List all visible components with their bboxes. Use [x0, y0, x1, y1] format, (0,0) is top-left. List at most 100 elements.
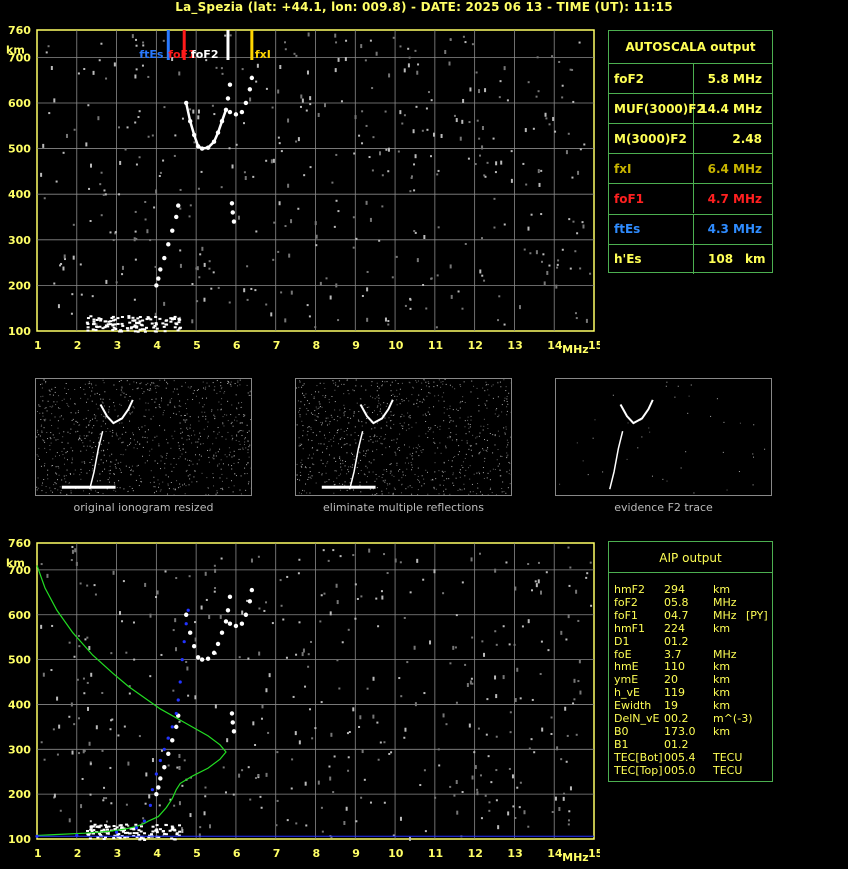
noise-dot: [134, 121, 137, 124]
thumb-noise: [417, 475, 419, 477]
thumb-noise: [487, 384, 489, 386]
noise-dot: [277, 89, 280, 94]
e-trace-dot: [92, 829, 96, 832]
noise-dot: [368, 156, 371, 159]
thumb-noise: [641, 436, 643, 438]
noise-dot: [534, 580, 537, 583]
thumb-noise: [467, 419, 469, 421]
noise-dot: [255, 230, 258, 233]
thumb-noise: [233, 462, 235, 464]
noise-dot: [505, 561, 508, 564]
e-trace-dot: [161, 322, 165, 325]
thumb-noise: [95, 403, 97, 405]
thumb-noise: [320, 443, 322, 445]
noise-dot: [436, 274, 439, 277]
thumb-noise: [437, 447, 439, 449]
thumb-noise: [196, 389, 198, 391]
thumb-noise: [230, 414, 232, 416]
y-tick-label: 600: [8, 97, 31, 110]
thumb-noise: [120, 471, 122, 473]
e-trace-dot: [172, 318, 176, 321]
noise-dot: [272, 258, 275, 261]
thumb-noise: [318, 471, 320, 473]
thumb-noise: [298, 386, 300, 388]
thumb-noise: [357, 435, 359, 437]
thumb-noise: [370, 384, 372, 386]
thumb-noise: [317, 449, 319, 451]
thumb-noise: [331, 416, 333, 418]
thumb-noise: [469, 465, 471, 467]
thumb-noise: [130, 468, 132, 470]
thumb-noise: [348, 422, 350, 424]
noise-dot: [455, 614, 458, 617]
thumb-noise: [374, 410, 376, 412]
noise-dot: [287, 183, 290, 188]
thumb-noise: [413, 403, 415, 405]
noise-dot: [337, 57, 340, 62]
thumb-noise: [602, 471, 604, 473]
thumb-noise: [160, 460, 162, 462]
thumb-noise: [503, 379, 505, 381]
thumb-noise: [200, 443, 202, 445]
thumb-noise: [133, 439, 135, 441]
thumb-noise: [239, 430, 241, 432]
thumb-noise: [95, 384, 97, 386]
noise-dot: [95, 323, 98, 326]
noise-dot: [68, 818, 71, 823]
e-trace-dot: [134, 823, 138, 826]
noise-dot: [212, 271, 215, 274]
thumb-noise: [443, 420, 445, 422]
thumb-noise: [344, 411, 346, 413]
noise-dot: [88, 741, 91, 746]
thumb-noise: [310, 427, 312, 429]
y-tick-label: 500: [8, 143, 31, 156]
thumb-noise: [125, 465, 127, 467]
thumb-noise: [90, 382, 92, 384]
thumb-noise: [213, 389, 215, 391]
thumb-noise: [213, 458, 215, 460]
thumb-noise: [397, 448, 399, 450]
thumb-noise: [438, 400, 440, 402]
x-tick-label: 13: [507, 339, 522, 352]
thumb-noise: [433, 381, 435, 383]
aip-key: hmF2: [614, 583, 646, 596]
thumb-noise: [190, 460, 192, 462]
thumb-noise: [90, 489, 92, 491]
caption-eliminate-multiple: eliminate multiple reflections: [323, 501, 484, 514]
thumb-noise: [54, 455, 56, 457]
thumb-noise: [186, 413, 188, 415]
thumb-noise: [221, 398, 223, 400]
thumb-noise: [221, 473, 223, 475]
thumb-noise: [413, 447, 415, 449]
noise-dot: [128, 692, 131, 695]
x-tick-label: 12: [468, 847, 483, 860]
noise-dot: [176, 766, 179, 769]
thumb-noise: [370, 395, 372, 397]
thumb-noise: [83, 388, 85, 390]
noise-dot: [295, 140, 298, 143]
thumb-noise: [165, 454, 167, 456]
thumb-noise: [40, 465, 42, 467]
noise-dot: [134, 230, 137, 233]
e-trace-dot: [86, 326, 90, 329]
thumb-noise: [189, 474, 191, 476]
thumb-noise: [376, 449, 378, 451]
noise-dot: [581, 221, 584, 224]
x-tick-label: 3: [114, 339, 122, 352]
thumb-noise: [111, 453, 113, 455]
thumb-noise: [461, 439, 463, 441]
thumb-noise: [389, 483, 391, 485]
thumb-noise: [377, 400, 379, 402]
thumb-noise: [451, 439, 453, 441]
thumb-noise: [47, 474, 49, 476]
thumb-noise: [80, 478, 82, 480]
thumb-noise: [132, 432, 134, 434]
thumb-noise: [117, 416, 119, 418]
thumb-noise: [67, 431, 69, 433]
thumb-noise: [484, 457, 486, 459]
thumb-noise: [108, 470, 110, 472]
aip-row: foF1 04.7 MHz [PY]: [614, 609, 769, 622]
thumb-noise: [149, 388, 151, 390]
thumb-noise: [459, 469, 461, 471]
noise-dot: [102, 193, 105, 196]
